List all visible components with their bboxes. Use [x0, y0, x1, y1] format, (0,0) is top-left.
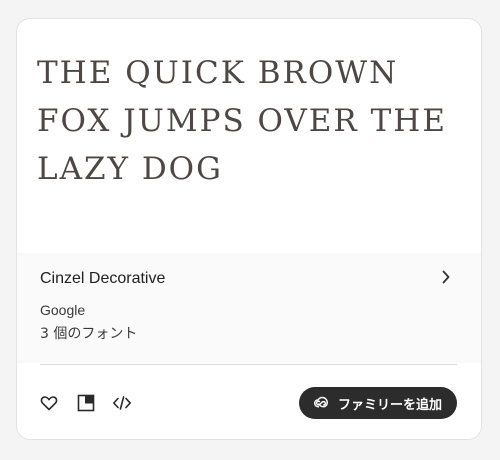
foundry-name: Google: [40, 302, 86, 318]
preview-panel-icon[interactable]: [76, 393, 96, 413]
add-family-button[interactable]: ファミリーを追加: [298, 387, 457, 419]
font-sample-text: THE QUICK BROWN FOX JUMPS OVER THE LAZY …: [37, 55, 447, 187]
family-info-panel[interactable]: Cinzel Decorative Google 3 個のフォント: [17, 253, 481, 363]
heart-icon[interactable]: [39, 393, 59, 413]
chevron-right-icon[interactable]: [435, 266, 457, 288]
add-family-label: ファミリーを追加: [337, 397, 442, 413]
font-family-card: THE QUICK BROWN FOX JUMPS OVER THE LAZY …: [16, 18, 482, 440]
font-count: 3 個のフォント: [40, 326, 138, 342]
code-icon[interactable]: [112, 393, 132, 413]
family-name[interactable]: Cinzel Decorative: [40, 270, 165, 288]
creative-cloud-icon: [313, 396, 328, 408]
divider: [40, 364, 457, 365]
